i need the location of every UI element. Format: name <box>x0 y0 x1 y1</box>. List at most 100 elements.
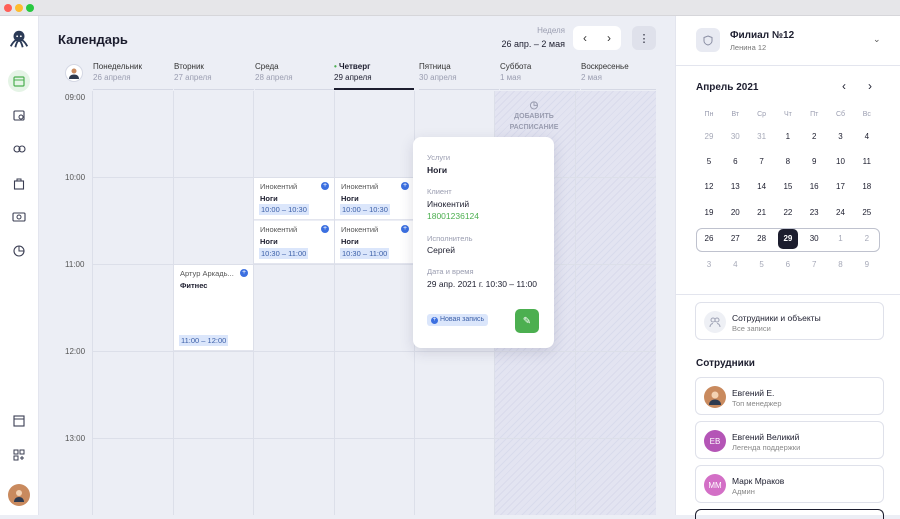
calendar-day[interactable]: 2 <box>801 126 827 148</box>
selected-date[interactable]: 29 <box>777 229 798 249</box>
calendar-day[interactable]: 9 <box>801 151 827 173</box>
calendar-day[interactable]: 7 <box>749 151 775 173</box>
calendar-day[interactable]: 6 <box>722 151 748 173</box>
calendar-day[interactable]: 11 <box>854 151 880 173</box>
time-label: 09:00 <box>65 93 86 102</box>
calendar-day[interactable]: 12 <box>696 176 722 198</box>
calendar-day[interactable]: 6 <box>775 254 801 276</box>
calendar-day[interactable]: 17 <box>828 176 854 198</box>
employee-card-partial[interactable] <box>695 509 884 519</box>
calendar-day[interactable]: 19 <box>696 202 722 224</box>
add-icon[interactable]: + <box>321 225 329 233</box>
add-icon[interactable]: + <box>401 225 409 233</box>
calendar-day[interactable]: 16 <box>801 176 827 198</box>
day-header-mon[interactable]: Понедельник 26 апреля <box>93 62 173 90</box>
status-badge: + Новая запись <box>427 314 489 326</box>
calendar-day[interactable]: 2 <box>854 228 880 250</box>
calendar-day[interactable]: 1 <box>828 228 854 250</box>
widget-nav-icon[interactable] <box>8 410 30 432</box>
calendar-nav-icon[interactable] <box>8 70 30 92</box>
calendar-day[interactable]: 26 <box>696 228 722 250</box>
add-icon[interactable]: + <box>240 269 248 277</box>
employees-heading: Сотрудники <box>696 358 755 369</box>
calendar-day[interactable]: 5 <box>696 151 722 173</box>
chevron-down-icon[interactable]: ⌄ <box>873 34 881 45</box>
employee-card[interactable]: Евгений Е. Топ менеджер <box>695 377 884 415</box>
weekday-label: Пт <box>810 111 819 118</box>
next-month-button[interactable]: › <box>868 79 872 93</box>
calendar-day[interactable]: 10 <box>828 151 854 173</box>
popup-services: Ноги <box>427 165 448 175</box>
day-header-tue[interactable]: Вторник 27 апреля <box>174 62 254 90</box>
calendar-day[interactable]: 1 <box>775 126 801 148</box>
time-label: 12:00 <box>65 347 86 356</box>
day-header-thu[interactable]: • Четверг 29 апреля <box>334 62 414 90</box>
weekday-label: Ср <box>757 111 767 118</box>
day-header-sat[interactable]: Суббота 1 мая <box>500 62 580 90</box>
services-nav-icon[interactable] <box>8 173 30 195</box>
calendar-day[interactable]: 30 <box>722 126 748 148</box>
prev-month-button[interactable]: ‹ <box>842 79 846 93</box>
event-card[interactable]: Инокентий + Ноги 10:00 – 10:30 <box>335 178 414 220</box>
calendar-day[interactable]: 5 <box>749 254 775 276</box>
branch-shield-icon <box>696 28 720 52</box>
calendar-day[interactable]: 4 <box>722 254 748 276</box>
calendar-day[interactable]: 18 <box>854 176 880 198</box>
calendar-day[interactable]: 3 <box>828 126 854 148</box>
next-week-button[interactable]: › <box>597 26 621 50</box>
prev-week-button[interactable]: ‹ <box>573 26 597 50</box>
calendar-day[interactable]: 22 <box>775 202 801 224</box>
mini-calendar-month: Апрель 2021 <box>696 82 759 93</box>
day-header-wed[interactable]: Среда 28 апреля <box>255 62 335 90</box>
calendar-day[interactable]: 13 <box>722 176 748 198</box>
time-label: 11:00 <box>65 260 85 269</box>
minimize-window-icon[interactable] <box>15 4 23 12</box>
calendar-day[interactable]: 25 <box>854 202 880 224</box>
schedule-nav-icon[interactable] <box>8 104 30 126</box>
event-card[interactable]: Инокентий + Ноги 10:30 – 11:00 <box>335 221 414 264</box>
page-title: Календарь <box>58 32 128 47</box>
close-window-icon[interactable] <box>4 4 12 12</box>
maximize-window-icon[interactable] <box>26 4 34 12</box>
edit-button[interactable]: ✎ <box>515 309 539 333</box>
day-header-fri[interactable]: Пятница 30 апреля <box>419 62 499 90</box>
add-icon[interactable]: + <box>321 182 329 190</box>
staff-filter-avatar[interactable] <box>65 64 83 82</box>
employee-card[interactable]: ММ Марк Мраков Админ <box>695 465 884 503</box>
reports-nav-icon[interactable] <box>8 240 30 262</box>
clients-nav-icon[interactable] <box>8 139 30 161</box>
calendar-day[interactable]: 15 <box>775 176 801 198</box>
calendar-day[interactable]: 9 <box>854 254 880 276</box>
popup-datetime: 29 апр. 2021 г. 10:30 – 11:00 <box>427 279 538 289</box>
calendar-day[interactable]: 3 <box>696 254 722 276</box>
finance-nav-icon[interactable] <box>8 206 30 228</box>
employee-card[interactable]: ЕВ Евгений Великий Легенда поддержки <box>695 421 884 459</box>
weekday-label: Вс <box>862 111 871 118</box>
add-icon[interactable]: + <box>401 182 409 190</box>
calendar-day[interactable]: 21 <box>749 202 775 224</box>
day-header-sun[interactable]: Воскресенье 2 мая <box>581 62 656 90</box>
calendar-day[interactable]: 20 <box>722 202 748 224</box>
calendar-day[interactable]: 8 <box>775 151 801 173</box>
calendar-day[interactable]: 31 <box>749 126 775 148</box>
calendar-day[interactable]: 4 <box>854 126 880 148</box>
calendar-day[interactable]: 14 <box>749 176 775 198</box>
calendar-day[interactable]: 24 <box>828 202 854 224</box>
event-card[interactable]: Инокентий + Ноги 10:00 – 10:30 <box>254 178 334 220</box>
calendar-day[interactable]: 8 <box>828 254 854 276</box>
user-avatar[interactable] <box>8 484 30 506</box>
branch-name[interactable]: Филиал №12 <box>730 30 794 41</box>
calendar-day[interactable]: 28 <box>749 228 775 250</box>
event-card[interactable]: Инокентий + Ноги 10:30 – 11:00 <box>254 221 334 264</box>
popup-phone[interactable]: 18001236124 <box>427 211 479 221</box>
calendar-day[interactable]: 29 <box>696 126 722 148</box>
more-options-button[interactable]: ⋮ <box>632 26 656 50</box>
staff-objects-card[interactable]: Сотрудники и объекты Все записи <box>695 302 884 340</box>
weekday-label: Сб <box>835 111 846 118</box>
calendar-day[interactable]: 23 <box>801 202 827 224</box>
event-card[interactable]: Артур Аркадь... + Фитнес 11:00 – 12:00 <box>174 265 253 351</box>
apps-nav-icon[interactable] <box>8 444 30 466</box>
calendar-day[interactable]: 27 <box>722 228 748 250</box>
calendar-day[interactable]: 7 <box>801 254 827 276</box>
calendar-day[interactable]: 30 <box>801 228 827 250</box>
